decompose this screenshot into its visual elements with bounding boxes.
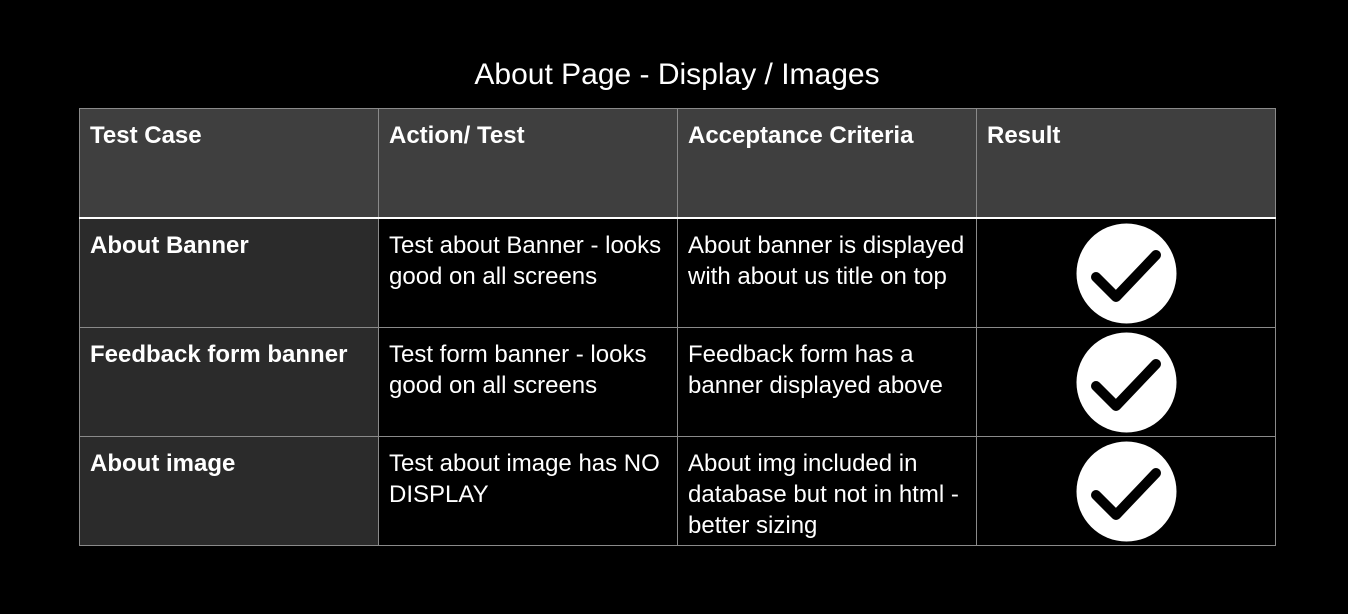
column-header-acceptance-criteria: Acceptance Criteria xyxy=(677,108,977,219)
check-circle-icon xyxy=(1076,332,1177,433)
test-case-cell: About image xyxy=(79,436,379,546)
action-cell: Test form banner - looks good on all scr… xyxy=(378,327,678,437)
result-cell xyxy=(976,327,1276,437)
table-row: About Banner Test about Banner - looks g… xyxy=(79,217,1276,328)
test-case-cell: About Banner xyxy=(79,217,379,328)
result-cell xyxy=(976,217,1276,328)
column-header-result: Result xyxy=(976,108,1276,219)
table-row: Feedback form banner Test form banner - … xyxy=(79,327,1276,437)
action-cell: Test about image has NO DISPLAY xyxy=(378,436,678,546)
table-row: About image Test about image has NO DISP… xyxy=(79,436,1276,546)
page-title: About Page - Display / Images xyxy=(474,58,880,91)
check-circle-icon xyxy=(1076,223,1177,324)
column-header-action: Action/ Test xyxy=(378,108,678,219)
result-cell xyxy=(976,436,1276,546)
criteria-cell: Feedback form has a banner displayed abo… xyxy=(677,327,977,437)
column-header-test-case: Test Case xyxy=(79,108,379,219)
criteria-cell: About img included in database but not i… xyxy=(677,436,977,546)
test-case-cell: Feedback form banner xyxy=(79,327,379,437)
check-circle-icon xyxy=(1076,441,1177,542)
test-results-table: Test Case Action/ Test Acceptance Criter… xyxy=(79,108,1276,546)
table-header-row: Test Case Action/ Test Acceptance Criter… xyxy=(79,108,1276,219)
criteria-cell: About banner is displayed with about us … xyxy=(677,217,977,328)
action-cell: Test about Banner - looks good on all sc… xyxy=(378,217,678,328)
